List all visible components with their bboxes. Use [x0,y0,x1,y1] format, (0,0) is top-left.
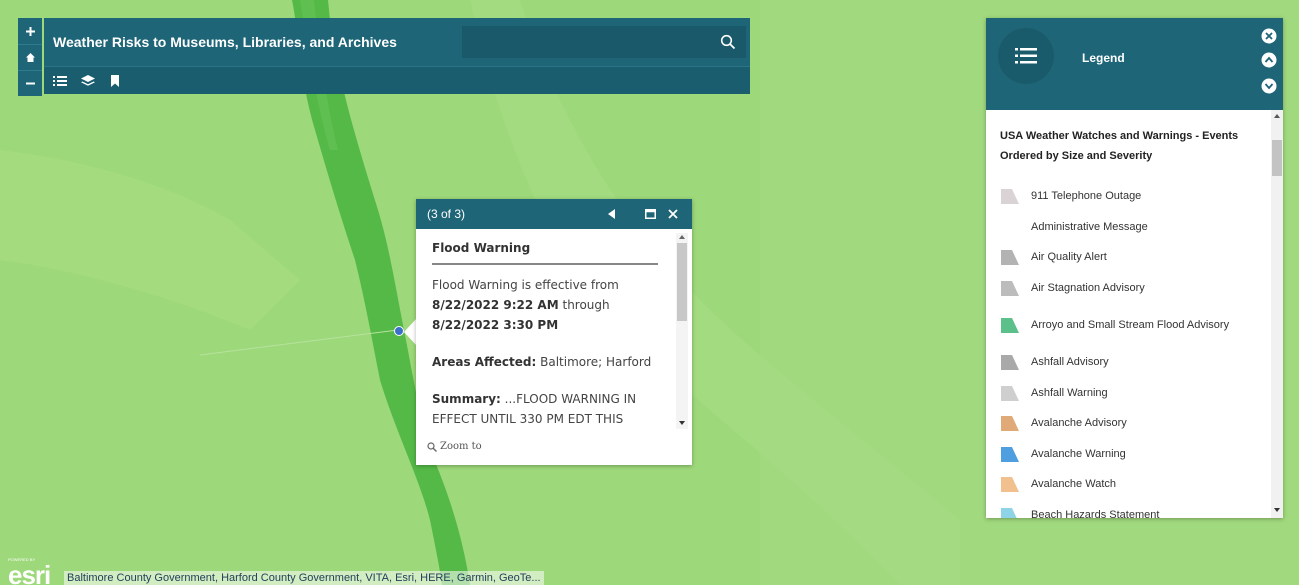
legend-header: Legend [986,18,1283,110]
legend-content: USA Weather Watches and Warnings - Event… [986,110,1270,518]
legend-item: Air Quality Alert [1000,242,1254,273]
legend-swatch [1001,507,1017,518]
legend-swatch [1001,416,1019,432]
plus-icon [25,26,35,36]
legend-scroll-thumb[interactable] [1272,140,1282,176]
magnifier-icon [427,441,437,452]
maximize-icon [644,209,656,219]
legend-swatch [1001,385,1019,401]
popup-summary: Summary: ...FLOOD WARNING IN EFFECT UNTI… [432,392,637,426]
legend-swatch [1001,318,1019,333]
selected-feature-marker[interactable] [394,326,404,336]
home-button[interactable] [18,44,42,70]
app-title: Weather Risks to Museums, Libraries, and… [53,34,397,50]
zoom-in-button[interactable] [18,18,42,44]
close-icon [668,209,678,219]
legend-item: Avalanche Warning [1000,439,1254,470]
popup-scroll-thumb[interactable] [677,243,687,321]
legend-item-label: Avalanche Advisory [1031,417,1127,430]
legend-swatch [1001,355,1019,371]
popup-feature-count: (3 of 3) [427,207,466,221]
legend-title: Legend [1082,51,1125,65]
legend-item: Ashfall Warning [1000,378,1254,409]
legend-item: Avalanche Advisory [1000,408,1254,439]
bookmark-icon[interactable] [107,73,123,89]
popup-scrollbar[interactable] [676,233,688,429]
popup-areas: Areas Affected: Baltimore; Harford [432,355,652,369]
minus-icon [25,82,35,85]
legend-layer-title: USA Weather Watches and Warnings - Event… [1000,130,1239,162]
legend-item: Beach Hazards Statement [1000,500,1254,518]
legend-swatch [1001,250,1019,266]
attribution-credits[interactable]: Baltimore County Government, Harford Cou… [64,571,544,585]
scroll-up-icon[interactable] [679,235,685,239]
zoom-out-button[interactable] [18,70,42,96]
legend-item-label: Air Stagnation Advisory [1031,281,1145,294]
popup-previous-button[interactable] [604,206,620,222]
header-toolbar [44,66,750,94]
legend-item-label: Avalanche Warning [1031,447,1126,460]
scroll-up-icon[interactable] [1274,114,1280,118]
legend-swatch [1001,446,1019,462]
legend-item-label: Arroyo and Small Stream Flood Advisory [1031,319,1230,331]
zoom-to-link[interactable]: Zoom to [427,441,482,452]
legend-item-label: Avalanche Watch [1031,478,1116,491]
popup-maximize-button[interactable] [642,206,658,222]
layers-icon[interactable] [80,73,96,89]
legend-item-label: Ashfall Advisory [1031,356,1109,369]
legend-panel: Legend USA Weather Watches and Warnings … [986,18,1283,518]
esri-logo[interactable]: esri [8,560,66,585]
legend-item-label: Ashfall Warning [1031,386,1108,399]
search-input[interactable] [462,26,712,58]
chevron-down-icon[interactable] [1261,78,1277,94]
legend-items: 911 Telephone Outage Administrative Messa… [1000,181,1254,518]
list-icon [1015,48,1037,64]
legend-panel-button[interactable] [998,28,1054,84]
popup-close-button[interactable] [665,206,681,222]
list-icon[interactable] [52,73,68,89]
map-attribution: POWERED BY esri Baltimore County Governm… [0,557,640,585]
svg-text:esri: esri [8,560,50,585]
feature-popup: (3 of 3) Flood Warning Flood Warning is … [416,199,692,465]
legend-item: Administrative Message [1000,212,1254,243]
legend-item: Arroyo and Small Stream Flood Advisory [1000,303,1254,347]
legend-item: Avalanche Watch [1000,469,1254,500]
popup-from-date: 8/22/2022 9:22 AM [432,298,559,312]
home-icon [25,53,35,62]
popup-content: Flood Warning Flood Warning is effective… [416,229,674,437]
legend-scrollbar[interactable] [1271,110,1283,518]
scroll-down-icon[interactable] [1274,508,1280,512]
popup-effective-text: Flood Warning is effective from 8/22/202… [432,278,619,332]
legend-item: Air Stagnation Advisory [1000,273,1254,304]
popup-title: Flood Warning [432,241,658,265]
legend-swatch [1001,280,1019,296]
legend-swatch [1000,219,1020,236]
popup-header: (3 of 3) [416,199,692,229]
legend-swatch [1001,477,1019,493]
legend-item: Ashfall Advisory [1000,347,1254,378]
legend-item: 911 Telephone Outage [1000,181,1254,212]
legend-item-label: Air Quality Alert [1031,251,1107,264]
popup-to-date: 8/22/2022 3:30 PM [432,318,559,332]
chevron-up-icon[interactable] [1261,52,1277,68]
scroll-down-icon[interactable] [679,421,685,425]
search-icon[interactable] [720,34,736,50]
legend-item-label: 911 Telephone Outage [1031,190,1142,203]
close-icon[interactable] [1261,28,1277,44]
legend-item-label: Administrative Message [1031,220,1148,233]
zoom-controls [18,18,42,96]
search-box [462,26,746,58]
app-header: Weather Risks to Museums, Libraries, and… [44,18,750,94]
legend-swatch [1001,189,1019,205]
legend-item-label: Beach Hazards Statement [1031,508,1160,518]
triangle-left-icon [608,209,615,219]
